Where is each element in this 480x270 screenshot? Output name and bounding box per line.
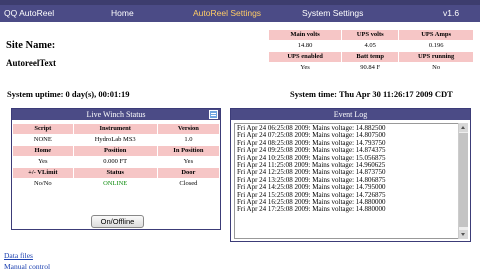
event-log-title: Event Log [333,110,368,119]
version-label: v1.6 [443,8,460,18]
winch-header: Position [73,146,157,156]
app-title: QQ AutoReel [4,8,55,18]
ups-value: 0.196 [399,41,473,51]
ups-header: UPS running [399,52,473,62]
winch-status-table: Script Instrument Version NONE HydroLab … [12,123,220,190]
ups-header: UPS enabled [269,52,342,62]
ups-value: 14.80 [269,41,342,51]
on-offline-button[interactable]: On/Offline [91,215,144,228]
site-name-label: Site Name: [6,40,56,51]
nav-system-settings[interactable]: System Settings [302,5,363,22]
ups-value: 90.84 F [342,63,399,73]
winch-header: Script [13,124,73,134]
data-files-link[interactable]: Data files [4,251,33,260]
ups-header: UPS volts [342,30,399,40]
ups-value: No [399,63,473,73]
event-log-scrollbar[interactable] [458,123,468,239]
top-navigation-bar: QQ AutoReel Home AutoReel Settings Syste… [0,5,480,22]
winch-panel-header: Live Winch Status [12,109,220,120]
winch-header: +/- VLimit [13,168,73,178]
winch-value: NONE [13,135,73,145]
winch-value: No/No [13,179,73,189]
scroll-down-arrow-icon[interactable] [459,230,468,239]
scroll-up-arrow-icon[interactable] [459,123,468,132]
winch-value: Yes [13,157,73,167]
ups-header: UPS Amps [399,30,473,40]
winch-value: 1.0 [157,135,219,145]
ups-value: 4.05 [342,41,399,51]
log-entry: Fri Apr 24 17:25:08 2009: Mains voltage:… [237,205,386,214]
nav-home[interactable]: Home [111,5,134,22]
manual-control-link[interactable]: Manual control [4,262,50,270]
system-time: System time: Thu Apr 30 11:26:17 2009 CD… [290,89,453,99]
event-log-panel: Event Log Fri Apr 24 06:25:08 2009: Main… [230,108,471,242]
winch-header: Home [13,146,73,156]
ups-header: Batt temp [342,52,399,62]
site-name-value: AutoreelText [6,58,56,68]
winch-header: Door [157,168,219,178]
scroll-thumb[interactable] [459,133,468,227]
nav-autoreel-settings[interactable]: AutoReel Settings [193,5,261,22]
winch-header: Status [73,168,157,178]
winch-value: 0.000 FT [73,157,157,167]
ups-status-table: Main volts UPS volts UPS Amps 14.80 4.05… [268,29,474,74]
event-log-list[interactable]: Fri Apr 24 06:25:08 2009: Mains voltage:… [234,123,460,239]
system-uptime: System uptime: 0 day(s), 00:01:19 [7,89,130,99]
ups-header: Main volts [269,30,342,40]
winch-value: Closed [157,179,219,189]
winch-header: Instrument [73,124,157,134]
winch-value: HydroLab MS3 [73,135,157,145]
winch-value: Yes [157,157,219,167]
event-log-header: Event Log [231,109,470,120]
panel-menu-icon[interactable] [209,110,218,119]
live-winch-status-panel: Live Winch Status Script Instrument Vers… [11,108,221,230]
winch-panel-title: Live Winch Status [86,110,146,119]
winch-header: Version [157,124,219,134]
winch-header: In Position [157,146,219,156]
ups-value: Yes [269,63,342,73]
winch-status-online: ONLINE [73,179,157,189]
